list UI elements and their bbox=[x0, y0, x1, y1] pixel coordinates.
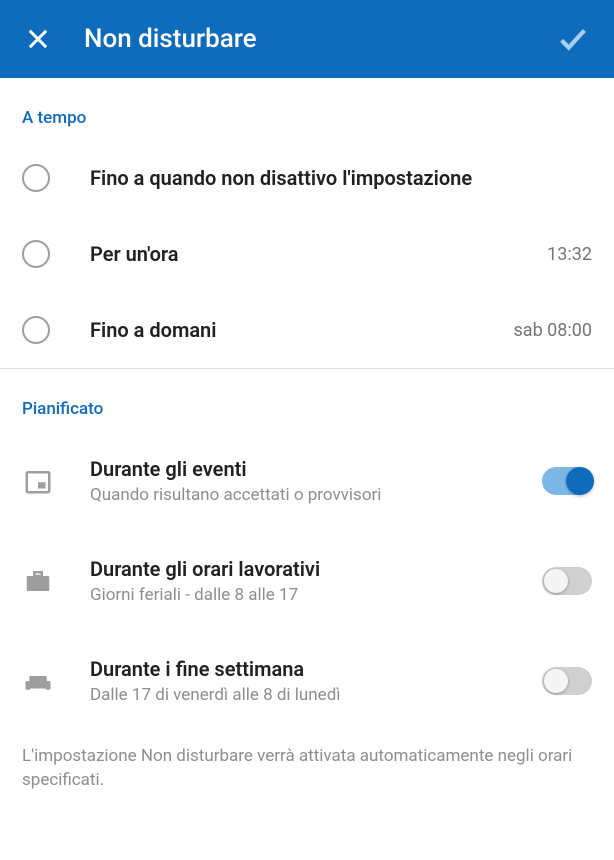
briefcase-icon bbox=[22, 565, 54, 597]
confirm-icon[interactable] bbox=[556, 22, 590, 56]
toggle-title: Durante gli eventi bbox=[90, 457, 506, 481]
option-content: Per un'ora 13:32 bbox=[90, 242, 592, 266]
footer-text: L'impostazione Non disturbare verrà atti… bbox=[0, 731, 614, 807]
toggle-switch-work[interactable] bbox=[542, 567, 592, 595]
option-until-off[interactable]: Fino a quando non disattivo l'impostazio… bbox=[0, 140, 614, 216]
page-title: Non disturbare bbox=[84, 24, 257, 54]
toggle-work-hours: Durante gli orari lavorativi Giorni feri… bbox=[0, 531, 614, 631]
toggle-subtitle: Giorni feriali - dalle 8 alle 17 bbox=[90, 585, 506, 605]
calendar-icon bbox=[22, 465, 54, 497]
section-header-scheduled: Pianificato bbox=[0, 369, 614, 431]
toggle-content: Durante gli orari lavorativi Giorni feri… bbox=[90, 557, 506, 605]
toggle-title: Durante gli orari lavorativi bbox=[90, 557, 506, 581]
radio-icon[interactable] bbox=[22, 316, 50, 344]
option-label: Fino a domani bbox=[90, 318, 216, 342]
option-one-hour[interactable]: Per un'ora 13:32 bbox=[0, 216, 614, 292]
option-tomorrow[interactable]: Fino a domani sab 08:00 bbox=[0, 292, 614, 368]
toggle-switch-events[interactable] bbox=[542, 467, 592, 495]
option-label: Per un'ora bbox=[90, 242, 179, 266]
option-time: sab 08:00 bbox=[514, 320, 592, 341]
option-content: Fino a quando non disattivo l'impostazio… bbox=[90, 166, 592, 190]
toggle-subtitle: Dalle 17 di venerdì alle 8 di lunedì bbox=[90, 685, 506, 705]
toggle-title: Durante i fine settimana bbox=[90, 657, 506, 681]
toggle-content: Durante gli eventi Quando risultano acce… bbox=[90, 457, 506, 505]
toggle-weekends: Durante i fine settimana Dalle 17 di ven… bbox=[0, 631, 614, 731]
radio-icon[interactable] bbox=[22, 240, 50, 268]
toggle-subtitle: Quando risultano accettati o provvisori bbox=[90, 485, 506, 505]
header-left: Non disturbare bbox=[24, 24, 257, 54]
option-label: Fino a quando non disattivo l'impostazio… bbox=[90, 166, 472, 190]
toggle-switch-weekends[interactable] bbox=[542, 667, 592, 695]
toggle-knob bbox=[544, 669, 568, 693]
toggle-knob bbox=[566, 467, 594, 495]
couch-icon bbox=[22, 665, 54, 697]
option-content: Fino a domani sab 08:00 bbox=[90, 318, 592, 342]
toggle-content: Durante i fine settimana Dalle 17 di ven… bbox=[90, 657, 506, 705]
toggle-events: Durante gli eventi Quando risultano acce… bbox=[0, 431, 614, 531]
close-icon[interactable] bbox=[24, 25, 52, 53]
option-time: 13:32 bbox=[547, 244, 592, 265]
toggle-knob bbox=[544, 569, 568, 593]
radio-icon[interactable] bbox=[22, 164, 50, 192]
header: Non disturbare bbox=[0, 0, 614, 78]
section-header-timed: A tempo bbox=[0, 78, 614, 140]
